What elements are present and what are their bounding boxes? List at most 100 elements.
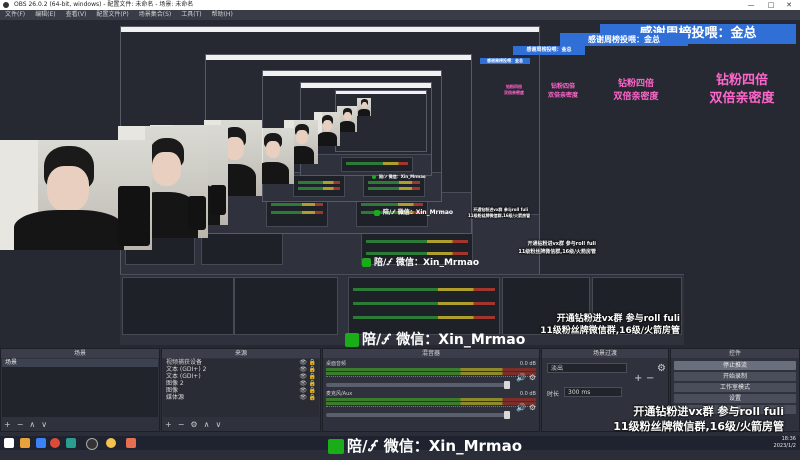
store-icon[interactable] <box>36 438 46 448</box>
add-source-button[interactable]: + <box>165 420 172 429</box>
sources-dock-footer: + − ⚙ ∧ ∨ <box>162 419 320 431</box>
lock-icon[interactable]: 🔒 <box>309 380 316 387</box>
diamond-fan-text-copy-1: 钻粉四倍 双倍亲密度 <box>613 79 659 102</box>
duration-label: 时长 <box>547 391 560 398</box>
volume-slider[interactable] <box>326 381 510 389</box>
menu-scene-collection[interactable]: 场景集合(S) <box>134 10 177 20</box>
wechat-text-copy-0: 陪/🝡 微信：Xin_Mrmao <box>345 323 525 348</box>
source-properties-gear-icon[interactable]: ⚙ <box>190 420 197 429</box>
volume-meter <box>326 398 536 401</box>
obs-taskbar-icon[interactable] <box>86 438 98 450</box>
slider-handle[interactable] <box>503 381 510 389</box>
app-icon[interactable] <box>126 438 136 448</box>
settings-button[interactable]: 设置 <box>674 394 796 403</box>
menu-edit[interactable]: 编辑(E) <box>30 10 60 20</box>
wechat-icon <box>362 258 371 267</box>
system-tray-clock[interactable]: 18:36 2023/1/2 <box>774 436 796 450</box>
menu-tools[interactable]: 工具(T) <box>176 10 206 20</box>
channel-name: 桌面音频 <box>326 361 347 367</box>
visibility-eye-icon[interactable]: 👁 <box>299 380 307 387</box>
controls-title: 控件 <box>671 349 799 358</box>
speaker-icon[interactable]: 🔊 <box>516 403 526 412</box>
lock-icon[interactable]: 🔒 <box>309 387 316 394</box>
lock-icon[interactable]: 🔒 <box>309 366 316 373</box>
start-recording-button[interactable]: 开始录制 <box>674 372 796 381</box>
thanks-banner-copy-1: 感谢周榜投喂：金总 <box>560 33 688 46</box>
stop-streaming-button[interactable]: 停止推流 <box>674 361 796 370</box>
menu-view[interactable]: 查看(V) <box>61 10 92 20</box>
menu-profile[interactable]: 配置文件(P) <box>91 10 133 20</box>
promo-line1: 开通钻粉进vx群 参与roll fuli <box>556 314 680 324</box>
source-item[interactable]: 视频捕获设备 👁 🔒 <box>163 359 319 366</box>
transition-gear-icon[interactable]: ⚙ <box>657 363 666 374</box>
clock-time: 18:36 <box>781 436 796 442</box>
channel-db: 0.0 dB <box>519 361 536 367</box>
window-title: OBS 26.0.2 (64-bit, windows) - 配置文件: 未命名… <box>14 1 194 8</box>
minimize-button[interactable]: — <box>742 0 760 10</box>
source-item[interactable]: 图像 2 👁 🔒 <box>163 380 319 387</box>
transition-select[interactable]: 淡出 <box>547 363 627 373</box>
wechat-text-label: 陪/🝡 微信：Xin_Mrmao <box>347 437 522 455</box>
sources-list[interactable]: 视频捕获设备 👁 🔒 文本 (GDI+) 2 👁 🔒 文本 (GDI+) 👁 🔒 图像 2 👁… <box>163 359 319 417</box>
slider-handle[interactable] <box>503 411 510 419</box>
volume-meter <box>326 402 536 405</box>
channel-db: 0.0 dB <box>519 391 536 397</box>
webcam-feed <box>0 140 152 250</box>
source-item[interactable]: 媒体源 👁 🔒 <box>163 394 319 401</box>
wechat-icon <box>372 175 376 179</box>
window-titlebar: OBS 26.0.2 (64-bit, windows) - 配置文件: 未命名… <box>0 0 800 10</box>
remove-source-button[interactable]: − <box>178 420 185 429</box>
visibility-eye-icon[interactable]: 👁 <box>299 366 307 373</box>
wechat-icon <box>328 439 344 454</box>
thanks-banner-copy-3: 感谢周榜投喂：金总 <box>480 58 530 64</box>
visibility-eye-icon[interactable]: 👁 <box>299 359 307 366</box>
lock-icon[interactable]: 🔒 <box>309 373 316 380</box>
scenes-list[interactable]: 场景 <box>2 359 158 417</box>
source-item[interactable]: 文本 (GDI+) 2 👁 🔒 <box>163 366 319 373</box>
remove-transition-button[interactable]: − <box>646 373 654 384</box>
diamond-fan-line1: 钻粉四倍 <box>715 73 768 88</box>
move-scene-up-button[interactable]: ∧ <box>29 420 35 429</box>
chrome-icon[interactable] <box>50 438 60 448</box>
maximize-button[interactable]: □ <box>762 0 780 10</box>
audio-mixer-title: 混音器 <box>323 349 539 358</box>
menu-file[interactable]: 文件(F) <box>0 10 30 20</box>
move-source-down-button[interactable]: ∨ <box>215 420 221 429</box>
scene-item[interactable]: 场景 <box>2 359 158 367</box>
move-source-up-button[interactable]: ∧ <box>204 420 210 429</box>
volume-meter <box>326 372 536 375</box>
move-scene-down-button[interactable]: ∨ <box>41 420 47 429</box>
duration-field[interactable]: 300 ms <box>564 387 622 397</box>
promo-text: 开通钻粉进vx群 参与roll fuli 11级粉丝牌微信群,16级/火箭房管 <box>520 313 680 337</box>
studio-mode-button[interactable]: 工作室模式 <box>674 383 796 392</box>
visibility-eye-icon[interactable]: 👁 <box>299 387 307 394</box>
scenes-dock: 场景 场景 + − ∧ ∨ <box>0 348 160 432</box>
scenes-dock-title: 场景 <box>1 349 159 358</box>
visibility-eye-icon[interactable]: 👁 <box>299 394 307 401</box>
lock-icon[interactable]: 🔒 <box>309 359 316 366</box>
webcam-feed-copy-7 <box>337 106 357 132</box>
visibility-eye-icon[interactable]: 👁 <box>299 373 307 380</box>
menu-help[interactable]: 帮助(H) <box>207 10 238 20</box>
gear-icon[interactable]: ⚙ <box>529 373 536 382</box>
add-scene-button[interactable]: + <box>4 420 11 429</box>
app-icon[interactable] <box>106 438 116 448</box>
wechat-text: 陪/🝡 微信：Xin_Mrmao <box>328 429 522 460</box>
lock-icon[interactable]: 🔒 <box>309 394 316 401</box>
speaker-icon[interactable]: 🔊 <box>516 373 526 382</box>
preview-canvas[interactable]: 感谢周榜投喂：金总 感谢周榜投喂：金总 感谢周榜投喂：金总 感谢周榜投喂：金总 … <box>0 20 800 348</box>
remove-scene-button[interactable]: − <box>17 420 24 429</box>
source-item[interactable]: 图像 👁 🔒 <box>163 387 319 394</box>
audio-mixer-dock: 混音器 桌面音频 0.0 dB 🔊 ⚙ 麦克风/Aux 0.0 dB 🔊 ⚙ <box>322 348 540 432</box>
close-button[interactable]: ✕ <box>780 0 798 10</box>
file-explorer-icon[interactable] <box>20 438 30 448</box>
menu-bar: 文件(F) 编辑(E) 查看(V) 配置文件(P) 场景集合(S) 工具(T) 帮助(H) <box>0 10 800 20</box>
volume-slider[interactable] <box>326 411 510 419</box>
gear-icon[interactable]: ⚙ <box>529 403 536 412</box>
promo-text-copy-1: 开通钻粉进vx群 参与roll fuli 11级粉丝牌微信群,16级/火箭房管 <box>518 241 596 255</box>
app-icon[interactable] <box>66 438 76 448</box>
diamond-fan-text-copy-3: 钻粉四倍 双倍亲密度 <box>504 84 524 95</box>
source-item[interactable]: 文本 (GDI+) 👁 🔒 <box>163 373 319 380</box>
add-transition-button[interactable]: + <box>634 373 642 384</box>
start-windows-icon[interactable] <box>4 438 14 448</box>
